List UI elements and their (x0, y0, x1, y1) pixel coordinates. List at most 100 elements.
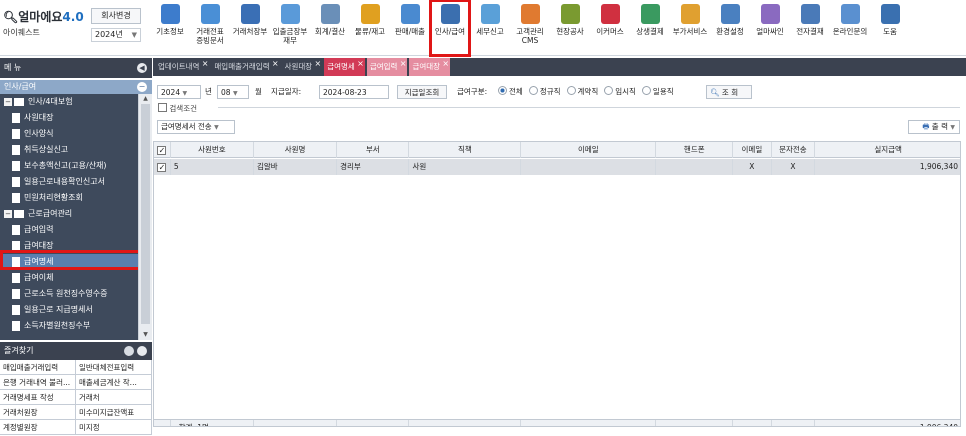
favorite-item[interactable]: 거래처 (76, 390, 152, 405)
menu-item-10[interactable]: 현장공사 (550, 0, 590, 56)
year-input[interactable]: 2024 ▼ (157, 85, 201, 99)
menu-item-6[interactable]: 판매/매출 (390, 0, 430, 56)
tree-item[interactable]: 민원처리현황조회 (0, 190, 138, 206)
menu-item-17[interactable]: 온라인문의 (830, 0, 870, 56)
tab-3[interactable]: 급여명세 × (324, 58, 365, 76)
radio-icon[interactable] (566, 86, 576, 95)
favorite-item[interactable]: 미지정 (76, 420, 152, 435)
tree-item[interactable]: 급여입력 (0, 222, 138, 238)
favorite-item[interactable]: 매입매출거래입력 (0, 360, 76, 375)
tree-item[interactable]: 근로소득 원천징수영수증 (0, 286, 138, 302)
tree-item[interactable]: 소득자별원천징수부 (0, 318, 138, 334)
tree-scrollbar[interactable]: ▲ ▼ (138, 94, 152, 340)
check-icon[interactable]: ✓ (157, 163, 167, 172)
search-button[interactable]: 🔍︎ 조 회 (706, 85, 752, 99)
tree-item[interactable]: 일용근로내용확인신고서 (0, 174, 138, 190)
minus-icon[interactable]: − (137, 82, 147, 92)
radio-icon[interactable] (498, 86, 507, 95)
gear-icon[interactable] (124, 346, 134, 356)
year-select[interactable]: 2024년 ▼ (91, 28, 141, 42)
column-header[interactable]: 부서 (337, 142, 410, 158)
menu-item-1[interactable]: 거래전표 증빙문서 (190, 0, 230, 56)
tree-item[interactable]: 취득상실신고 (0, 142, 138, 158)
column-header[interactable]: 실지급액 (815, 142, 960, 158)
column-header[interactable]: 사원명 (254, 142, 338, 158)
scroll-up-icon[interactable]: ▲ (141, 95, 150, 103)
tree-item[interactable]: 급여이체 (0, 270, 138, 286)
change-company-button[interactable]: 회사변경 (91, 8, 141, 24)
type-radio[interactable]: 임시직 (604, 85, 636, 99)
scroll-down-icon[interactable]: ▼ (141, 331, 150, 339)
favorite-item[interactable]: 거래명세표 작성 (0, 390, 76, 405)
close-icon[interactable]: × (315, 55, 322, 73)
menu-item-9[interactable]: 고객관리 CMS (510, 0, 550, 56)
menu-item-13[interactable]: 부가서비스 (670, 0, 710, 56)
collapse-icon[interactable]: ◀ (137, 63, 147, 73)
favorite-item[interactable]: 일반대체전표입력 (76, 360, 152, 375)
favorite-item[interactable]: 계정별원장 (0, 420, 76, 435)
radio-icon[interactable] (528, 86, 538, 95)
favorite-item[interactable]: 거래처원장 (0, 405, 76, 420)
tree-item[interactable]: − 근로급여관리 (0, 206, 138, 222)
type-radio[interactable]: 계약직 (566, 85, 598, 99)
tree-item[interactable]: − 인사/4대보험 (0, 94, 138, 110)
search-condition-toggle[interactable]: 검색조건 (158, 103, 197, 114)
favorite-item[interactable]: 은행 거래내역 불러... (0, 375, 76, 390)
pay-date-input[interactable]: 2024-08-23 (319, 85, 389, 99)
menu-item-8[interactable]: 세무신고 (470, 0, 510, 56)
tree-item[interactable]: 사원대장 (0, 110, 138, 126)
checkbox[interactable] (158, 103, 167, 112)
close-icon[interactable]: × (272, 55, 279, 73)
menu-item-11[interactable]: 이커머스 (590, 0, 630, 56)
close-icon[interactable]: × (357, 55, 364, 73)
check-icon[interactable]: ✓ (157, 146, 167, 155)
tab-2[interactable]: 사원대장 × (282, 58, 323, 76)
print-button[interactable]: 🖶 출 력 ▼ (908, 120, 960, 134)
sidebar-section[interactable]: 인사/급여 − (0, 80, 152, 94)
column-header[interactable]: 문자전송 (772, 142, 816, 158)
tab-5[interactable]: 급여대장 × (409, 55, 451, 76)
column-header[interactable]: 사원번호 (171, 142, 254, 158)
close-icon[interactable]: × (400, 55, 407, 73)
column-header[interactable]: 이메일 (733, 142, 772, 158)
tree-item[interactable]: 일용근로 지급명세서 (0, 302, 138, 318)
menu-item-12[interactable]: 상생결제 (630, 0, 670, 56)
type-radio[interactable]: 정규직 (528, 85, 561, 99)
type-radio[interactable]: 일용직 (641, 85, 674, 99)
menu-item-15[interactable]: 얼마싸인 (750, 0, 790, 56)
month-input[interactable]: 08 ▼ (217, 85, 249, 99)
pay-date-search-button[interactable]: 지급일조회 (397, 85, 447, 99)
table-row[interactable]: ✓ 5 김알바 경리부 사원 X X 1,906,340 (154, 159, 960, 175)
close-icon[interactable]: × (442, 55, 449, 73)
select-all-cell[interactable]: ✓ (154, 142, 171, 158)
collapse-box-icon[interactable]: − (4, 210, 12, 218)
column-header[interactable]: 핸드폰 (656, 142, 734, 158)
column-header[interactable]: 이메일 (521, 142, 657, 158)
tab-4[interactable]: 급여입력 × (366, 55, 408, 76)
radio-icon[interactable] (604, 86, 614, 95)
tab-1[interactable]: 매입매출거래입력 × (211, 58, 279, 76)
row-check[interactable]: ✓ (154, 159, 171, 175)
close-icon[interactable]: × (202, 55, 209, 73)
column-header[interactable]: 직책 (409, 142, 522, 158)
menu-item-5[interactable]: 물류/재고 (350, 0, 390, 56)
menu-item-3[interactable]: 입출금장부 재무 (270, 0, 310, 56)
scroll-thumb[interactable] (141, 104, 150, 324)
tree-item[interactable]: 보수총액신고(고용/산재) (0, 158, 138, 174)
menu-item-7[interactable]: 인사/급여 (429, 0, 471, 57)
collapse-box-icon[interactable]: − (4, 98, 12, 106)
menu-item-4[interactable]: 회계/결산 (310, 0, 350, 56)
favorite-item[interactable]: 미수미지급잔액표 (76, 405, 152, 420)
menu-item-2[interactable]: 거래처장부 (230, 0, 270, 56)
menu-item-18[interactable]: 도움 (870, 0, 910, 56)
send-statement-dropdown[interactable]: 급여명세서 전송 ▼ (157, 120, 235, 134)
favorite-item[interactable]: 매출세금계산 작... (76, 375, 152, 390)
menu-item-0[interactable]: 기초정보 (150, 0, 190, 56)
menu-item-16[interactable]: 전자결재 (790, 0, 830, 56)
tab-0[interactable]: 업데이트내역 × (155, 58, 209, 76)
radio-icon[interactable] (641, 86, 651, 95)
chevron-down-icon[interactable] (137, 346, 147, 356)
menu-item-14[interactable]: 환경설정 (710, 0, 750, 56)
type-radio[interactable]: 전체 (498, 85, 523, 99)
tree-item[interactable]: 인사양식 (0, 126, 138, 142)
